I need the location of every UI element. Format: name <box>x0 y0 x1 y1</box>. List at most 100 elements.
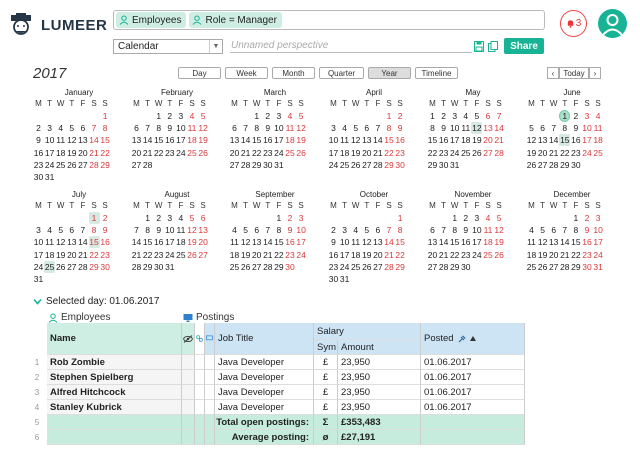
calendar-day[interactable]: 1 <box>570 212 581 224</box>
chevron-down-icon[interactable]: ▼ <box>209 40 222 53</box>
calendar-day[interactable]: 8 <box>427 122 438 134</box>
calendar-day[interactable]: 14 <box>548 134 559 146</box>
calendar-day[interactable]: 15 <box>142 236 153 248</box>
calendar-day[interactable]: 30 <box>395 159 406 171</box>
calendar-day[interactable]: 11 <box>526 236 537 248</box>
calendar-day[interactable]: 20 <box>251 249 262 261</box>
calendar-day[interactable]: 10 <box>296 224 307 236</box>
calendar-day[interactable]: 9 <box>153 224 164 236</box>
calendar-day[interactable]: 4 <box>339 122 350 134</box>
calendar-day[interactable]: 10 <box>339 236 350 248</box>
calendar-day[interactable]: 18 <box>175 236 186 248</box>
calendar-day[interactable]: 16 <box>285 236 296 248</box>
calendar-day[interactable]: 28 <box>131 261 142 273</box>
calendar-day[interactable]: 27 <box>361 159 372 171</box>
cell-posted[interactable]: 01.06.2017 <box>421 355 525 370</box>
calendar-day[interactable]: 20 <box>229 147 240 159</box>
calendar-day[interactable]: 2 <box>262 110 273 122</box>
calendar-day[interactable]: 20 <box>537 147 548 159</box>
calendar-day[interactable]: 7 <box>131 224 142 236</box>
calendar-day[interactable]: 9 <box>328 236 339 248</box>
calendar-day[interactable]: 2 <box>328 224 339 236</box>
calendar-day[interactable]: 14 <box>384 236 395 248</box>
calendar-day[interactable]: 27 <box>251 261 262 273</box>
calendar-day[interactable]: 9 <box>100 224 111 236</box>
calendar-day[interactable]: 12 <box>537 236 548 248</box>
column-header-job-title[interactable]: Job Title <box>215 323 314 355</box>
next-button[interactable]: › <box>589 67 601 79</box>
calendar-day[interactable]: 26 <box>350 159 361 171</box>
cell-name[interactable]: Alfred Hitchcock <box>47 385 182 400</box>
calendar-day[interactable]: 5 <box>361 224 372 236</box>
calendar-day[interactable]: 17 <box>328 147 339 159</box>
calendar-day[interactable]: 17 <box>44 147 55 159</box>
calendar-day[interactable]: 21 <box>438 249 449 261</box>
hidden-columns-toggle[interactable] <box>182 323 195 355</box>
calendar-day[interactable]: 18 <box>229 249 240 261</box>
calendar-day[interactable]: 16 <box>262 134 273 146</box>
calendar-day[interactable]: 31 <box>44 171 55 183</box>
calendar-day[interactable]: 10 <box>328 134 339 146</box>
calendar-day[interactable]: 16 <box>438 134 449 146</box>
calendar-day[interactable]: 10 <box>273 122 284 134</box>
calendar-day[interactable]: 23 <box>262 147 273 159</box>
calendar-day[interactable]: 10 <box>175 122 186 134</box>
notifications-button[interactable]: 3 <box>560 10 587 37</box>
calendar-day[interactable]: 26 <box>55 261 66 273</box>
calendar-day[interactable]: 3 <box>449 110 460 122</box>
calendar-day[interactable]: 11 <box>350 236 361 248</box>
calendar-day[interactable]: 29 <box>570 261 581 273</box>
calendar-day[interactable]: 27 <box>66 261 77 273</box>
calendar-day[interactable]: 11 <box>285 122 296 134</box>
calendar-day[interactable]: 25 <box>55 159 66 171</box>
cell-job-title[interactable]: Java Developer <box>215 385 314 400</box>
calendar-day[interactable]: 10 <box>33 236 44 248</box>
calendar-day[interactable]: 31 <box>339 273 350 285</box>
calendar-day[interactable]: 30 <box>582 261 593 273</box>
calendar-day[interactable]: 27 <box>229 159 240 171</box>
calendar-day[interactable]: 9 <box>582 224 593 236</box>
query-chip-collection[interactable]: Employees <box>116 12 187 28</box>
calendar-day[interactable]: 16 <box>153 236 164 248</box>
calendar-day[interactable]: 19 <box>55 249 66 261</box>
calendar-day[interactable]: 10 <box>449 122 460 134</box>
calendar-day[interactable]: 15 <box>427 134 438 146</box>
calendar-day[interactable]: 12 <box>350 134 361 146</box>
calendar-day[interactable]: 28 <box>89 159 100 171</box>
calendar-day[interactable]: 21 <box>384 249 395 261</box>
calendar-day[interactable]: 3 <box>328 122 339 134</box>
calendar-day[interactable]: 13 <box>483 122 494 134</box>
calendar-day[interactable]: 5 <box>55 224 66 236</box>
view-button-timeline[interactable]: Timeline <box>415 67 458 79</box>
calendar-day[interactable]: 20 <box>427 249 438 261</box>
calendar-day[interactable]: 14 <box>438 236 449 248</box>
calendar-day[interactable]: 24 <box>449 147 460 159</box>
calendar-day[interactable]: 19 <box>537 249 548 261</box>
calendar-day[interactable]: 16 <box>33 147 44 159</box>
calendar-day[interactable]: 31 <box>164 261 175 273</box>
calendar-day[interactable]: 2 <box>100 212 111 224</box>
calendar-day[interactable]: 15 <box>153 134 164 146</box>
calendar-day[interactable]: 26 <box>240 261 251 273</box>
calendar-day[interactable]: 25 <box>229 261 240 273</box>
calendar-day[interactable]: 6 <box>361 122 372 134</box>
calendar-day[interactable]: 23 <box>153 249 164 261</box>
calendar-day[interactable]: 16 <box>582 236 593 248</box>
calendar-day[interactable]: 23 <box>328 261 339 273</box>
calendar-day[interactable]: 22 <box>559 147 570 159</box>
today-button[interactable]: Today <box>559 67 589 79</box>
calendar-day[interactable]: 19 <box>526 147 537 159</box>
calendar-day[interactable]: 9 <box>395 122 406 134</box>
cell-sym[interactable]: £ <box>314 385 338 400</box>
calendar-day[interactable]: 1 <box>251 110 262 122</box>
calendar-day[interactable]: 17 <box>339 249 350 261</box>
calendar-day[interactable]: 17 <box>273 134 284 146</box>
calendar-day[interactable]: 23 <box>33 159 44 171</box>
calendar-day[interactable]: 19 <box>471 134 482 146</box>
calendar-day[interactable]: 3 <box>582 110 593 122</box>
calendar-day[interactable]: 22 <box>100 147 111 159</box>
calendar-day[interactable]: 2 <box>570 110 581 122</box>
calendar-day[interactable]: 24 <box>164 249 175 261</box>
calendar-day[interactable]: 13 <box>251 236 262 248</box>
calendar-day[interactable]: 9 <box>164 122 175 134</box>
